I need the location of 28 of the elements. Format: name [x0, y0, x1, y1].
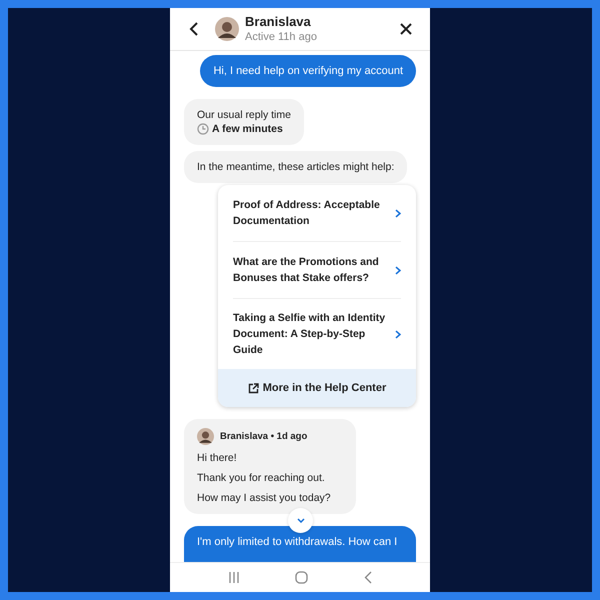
close-icon[interactable]: [400, 23, 412, 35]
clock-icon: [197, 123, 209, 135]
bot-message: In the meantime, these articles might help:: [184, 151, 408, 183]
back-icon[interactable]: [189, 22, 199, 36]
chevron-right-icon: [395, 330, 401, 338]
recent-apps-icon[interactable]: [228, 572, 240, 583]
avatar: [197, 428, 214, 445]
message-line: How may I assist you today?: [197, 492, 332, 505]
contact-name: Branislava: [245, 14, 312, 30]
chevron-right-icon: [395, 266, 401, 274]
reply-time-label: Our usual reply time: [197, 108, 291, 122]
help-center-link[interactable]: More in the Help Center: [218, 369, 416, 407]
chevron-right-icon: [395, 208, 401, 218]
user-message: Hi, I need help on verifying my account: [200, 55, 416, 87]
home-icon[interactable]: [295, 571, 308, 584]
article-link[interactable]: Taking a Selfie with an Identity Document: A Step-by-Step Guide: [233, 299, 401, 369]
user-message: I'm only limited to withdrawals. How can I: [184, 526, 416, 562]
chevron-down-icon: [296, 518, 304, 523]
message-line: Thank you for reaching out.: [197, 472, 326, 485]
avatar: [215, 17, 239, 41]
message-author: Branislava • 1d ago: [220, 431, 308, 442]
message-line: Hi there!: [197, 452, 238, 465]
reply-time-value: A few minutes: [212, 122, 283, 136]
article-link[interactable]: Proof of Address: Acceptable Documentation: [233, 185, 401, 242]
scroll-down-button[interactable]: [288, 508, 313, 533]
article-link[interactable]: What are the Promotions and Bonuses that Stake offers?: [233, 242, 401, 299]
contact-status: Active 11h ago: [245, 30, 318, 44]
external-link-icon: [248, 382, 259, 394]
